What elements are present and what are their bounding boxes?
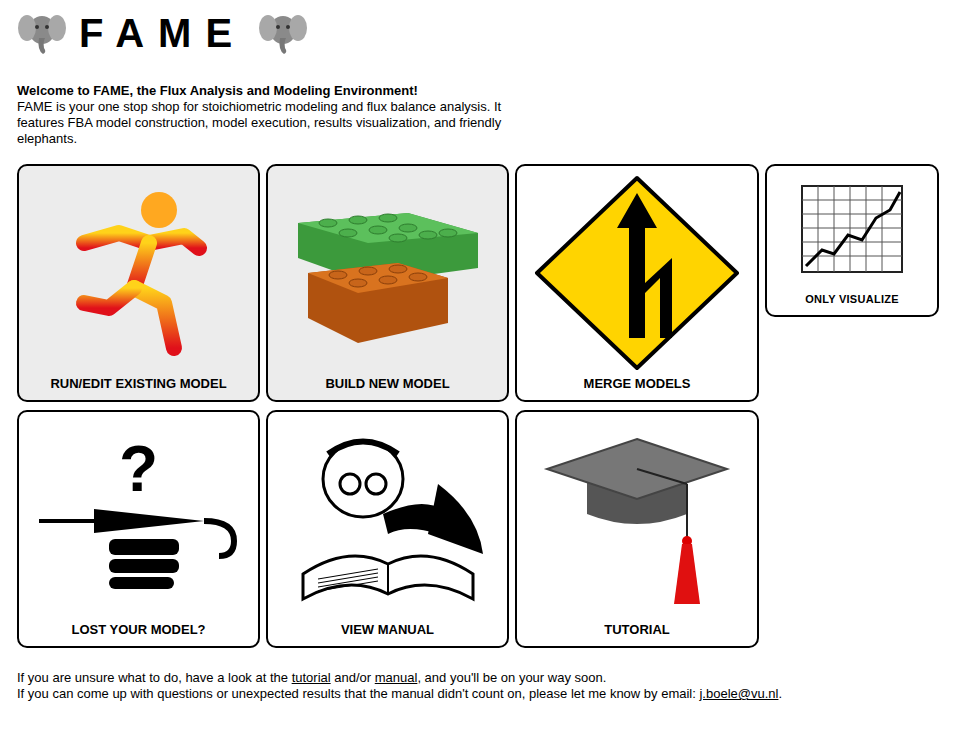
graduation-cap-icon bbox=[542, 429, 732, 609]
merge-sign-icon bbox=[532, 173, 742, 373]
intro-heading: Welcome to FAME, the Flux Analysis and M… bbox=[17, 83, 542, 99]
footer: If you are unsure what to do, have a loo… bbox=[17, 670, 797, 710]
running-man-icon bbox=[64, 188, 214, 358]
tile-label: MERGE MODELS bbox=[576, 376, 699, 400]
footer-line: If you are unsure what to do, have a loo… bbox=[17, 670, 797, 686]
footer-link[interactable]: tutorial bbox=[292, 670, 331, 685]
intro-text: FAME is your one stop shop for stoichiom… bbox=[17, 99, 542, 147]
reading-man-icon bbox=[288, 424, 488, 614]
line-chart-icon bbox=[792, 180, 912, 280]
tile-label: BUILD NEW MODEL bbox=[317, 376, 457, 400]
tile-label: RUN/EDIT EXISTING MODEL bbox=[42, 376, 234, 400]
menu-tile[interactable]: VIEW MANUAL bbox=[266, 410, 509, 648]
lost-model-icon: ? bbox=[34, 437, 244, 601]
elephant-icon bbox=[258, 10, 308, 56]
menu-tile[interactable]: RUN/EDIT EXISTING MODEL bbox=[17, 164, 260, 402]
app-title: FAME bbox=[79, 13, 246, 53]
tile-label: LOST YOUR MODEL? bbox=[63, 622, 213, 646]
tile-area: RUN/EDIT EXISTING MODEL BUILD NEW MODEL ME… bbox=[17, 164, 953, 648]
tile-label: TUTORIAL bbox=[596, 622, 677, 646]
elephant-icon bbox=[17, 10, 67, 56]
question-mark: ? bbox=[119, 437, 158, 501]
menu-tile[interactable]: TUTORIAL bbox=[515, 410, 759, 648]
menu-tile[interactable]: BUILD NEW MODEL bbox=[266, 164, 509, 402]
only-visualize-tile[interactable]: ONLY VISUALIZE bbox=[765, 164, 939, 317]
tile-label: ONLY VISUALIZE bbox=[805, 291, 899, 316]
footer-line: If you can come up with questions or une… bbox=[17, 686, 797, 702]
tile-label: VIEW MANUAL bbox=[333, 622, 442, 646]
lego-bricks-icon bbox=[288, 193, 488, 353]
menu-tile[interactable]: ? LOST YOUR MODEL? bbox=[17, 410, 260, 648]
umbrella-hand-icon bbox=[34, 501, 244, 601]
intro: Welcome to FAME, the Flux Analysis and M… bbox=[17, 83, 542, 147]
header: FAME bbox=[17, 0, 953, 65]
menu-tile[interactable]: MERGE MODELS bbox=[515, 164, 759, 402]
footer-link[interactable]: manual bbox=[375, 670, 418, 685]
footer-link[interactable]: j.boele@vu.nl bbox=[699, 686, 778, 701]
